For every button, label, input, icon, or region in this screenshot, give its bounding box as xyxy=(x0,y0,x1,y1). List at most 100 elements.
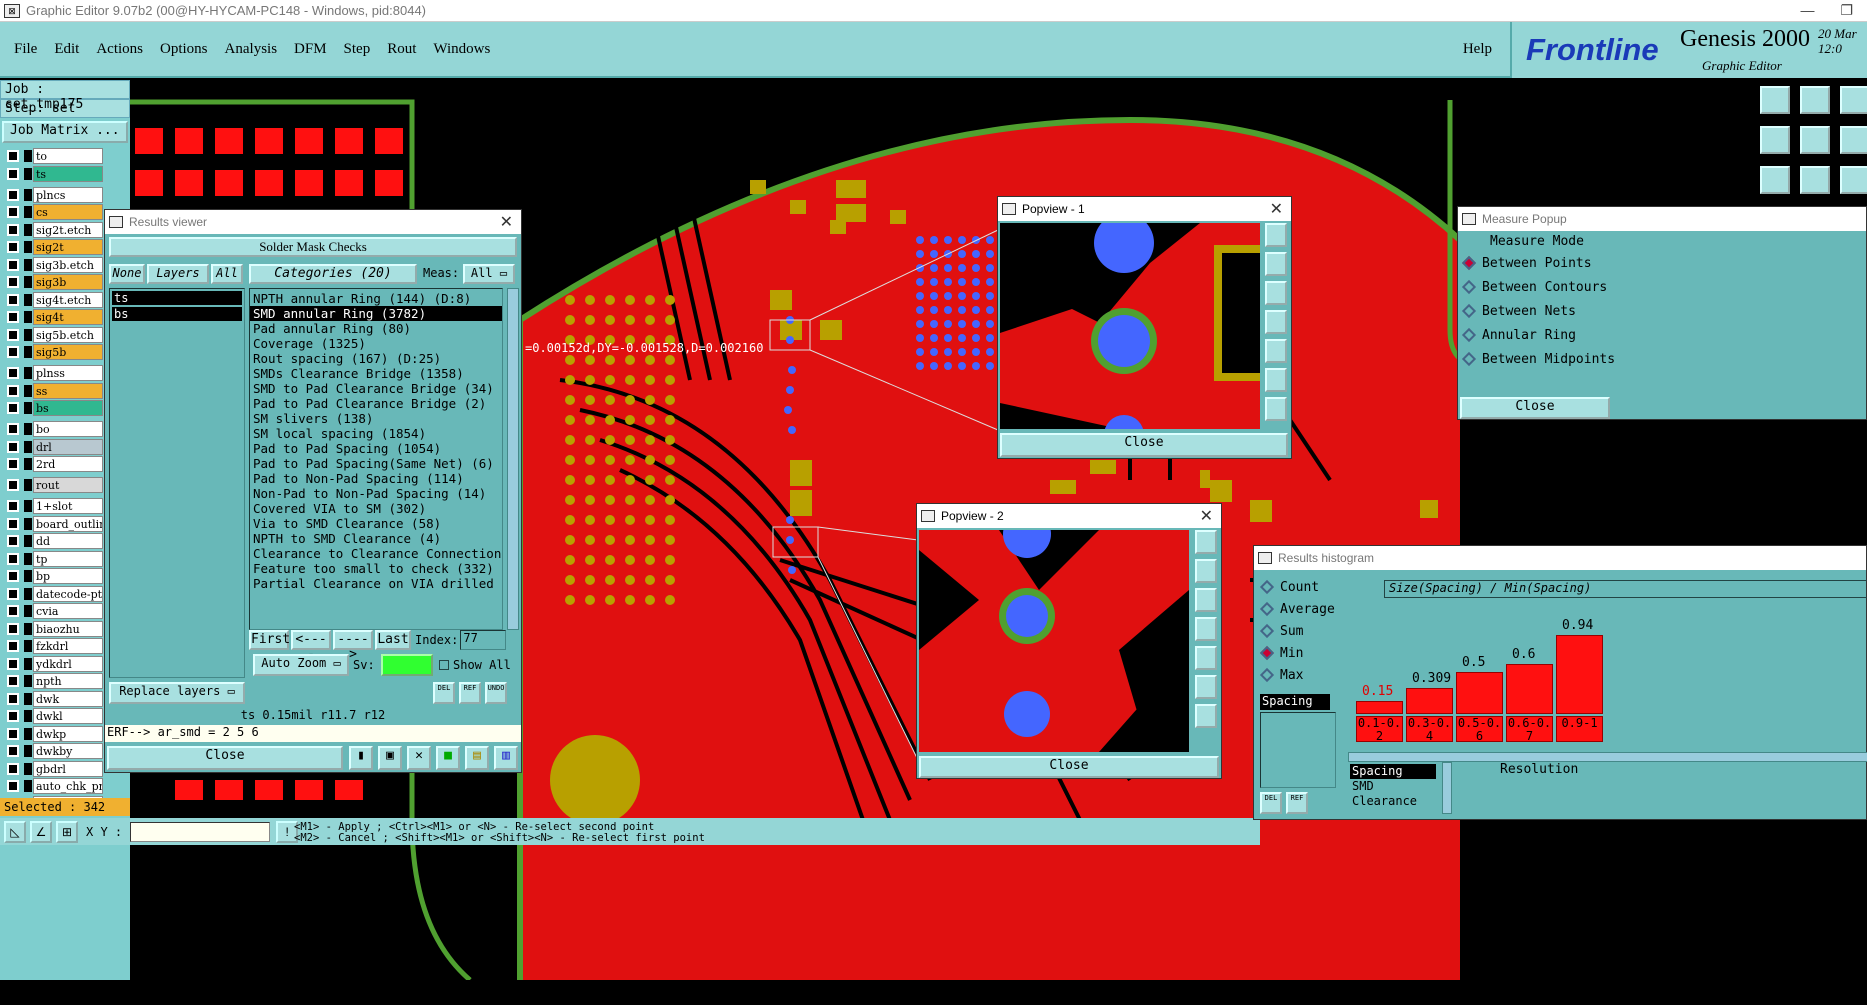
layer-checkbox[interactable] xyxy=(7,692,19,705)
layer-name[interactable]: sig5b xyxy=(33,344,103,360)
layer-checkbox[interactable] xyxy=(7,423,19,435)
replace-layers-dropdown[interactable]: Replace layers ▭ xyxy=(109,682,245,704)
layer-checkbox[interactable] xyxy=(7,258,19,271)
layer-checkbox[interactable] xyxy=(7,311,19,323)
sv-color-dropdown[interactable] xyxy=(381,654,433,676)
out-icon[interactable] xyxy=(1195,646,1217,670)
grid-tool-icon[interactable]: ⊞ xyxy=(56,820,78,843)
layer-name[interactable]: fzkdrl xyxy=(33,638,103,654)
measure-mode-option[interactable]: Between Nets xyxy=(1458,299,1866,323)
layer-name[interactable]: 2rd xyxy=(33,456,103,472)
category-item[interactable]: SMD to Pad Clearance Bridge (34) xyxy=(250,381,502,396)
histogram-field[interactable]: Spacing xyxy=(1260,694,1330,710)
histogram-bar[interactable] xyxy=(1406,688,1453,714)
category-item[interactable]: SMDs Clearance Bridge (1358) xyxy=(250,366,502,381)
layer-name[interactable]: sig4t xyxy=(33,309,103,325)
fit-icon[interactable] xyxy=(1265,281,1287,305)
category-item[interactable]: Rout spacing (167) (D:25) xyxy=(250,351,502,366)
category-item[interactable]: Pad annular Ring (80) xyxy=(250,321,502,336)
cross-icon[interactable]: ✕ xyxy=(407,746,431,770)
category-item[interactable]: Coverage (1325) xyxy=(250,336,502,351)
menu-windows[interactable]: Windows xyxy=(433,41,490,58)
category-item[interactable]: Pad to Pad Spacing (1054) xyxy=(250,441,502,456)
menu-step[interactable]: Step xyxy=(344,41,371,58)
layer-checkbox[interactable] xyxy=(7,500,19,512)
layer-result-list[interactable]: ts bs xyxy=(109,288,245,678)
report-icon[interactable]: ▮ xyxy=(349,746,373,770)
measure-mode-option[interactable]: Between Contours xyxy=(1458,275,1866,299)
layer-name[interactable]: sig5b.etch xyxy=(33,326,103,343)
category-item[interactable]: Pad to Pad Spacing(Same Net) (6) xyxy=(250,456,502,471)
export-icon[interactable]: ■ xyxy=(436,746,460,770)
popview-2-close-button[interactable]: Close xyxy=(919,756,1219,778)
layer-name[interactable]: npth xyxy=(33,673,103,689)
histogram-list[interactable]: Spacing SMD Clearance xyxy=(1350,764,1436,814)
layer-name[interactable]: ydkdrl xyxy=(33,655,103,672)
last-button[interactable]: Last xyxy=(375,630,411,650)
layer-checkbox[interactable] xyxy=(7,640,19,652)
out-icon[interactable] xyxy=(1265,339,1287,363)
auto-zoom-dropdown[interactable]: Auto Zoom ▭ xyxy=(253,654,349,676)
menu-actions[interactable]: Actions xyxy=(96,41,143,58)
radio-diamond-icon[interactable] xyxy=(1259,667,1275,683)
layer-name[interactable]: sig4t.etch xyxy=(33,291,103,308)
layer-checkbox[interactable] xyxy=(7,727,19,740)
screen-icon[interactable]: ▣ xyxy=(378,746,402,770)
zoom-fit-icon[interactable] xyxy=(1800,86,1830,114)
layer-name[interactable]: sig2t.etch xyxy=(33,221,103,238)
layer-row[interactable]: to xyxy=(0,148,130,164)
categories-list[interactable]: NPTH annular Ring (144) (D:8) SMD annular… xyxy=(249,288,503,630)
menu-dfm[interactable]: DFM xyxy=(294,41,327,58)
close-icon[interactable]: ✕ xyxy=(1200,506,1213,526)
layer-checkbox[interactable] xyxy=(7,745,19,757)
layer-name[interactable]: cs xyxy=(33,204,103,220)
histogram-bar[interactable] xyxy=(1556,635,1603,714)
menu-options[interactable]: Options xyxy=(160,41,208,58)
close-icon[interactable]: ✕ xyxy=(500,212,513,232)
layer-checkbox[interactable] xyxy=(7,188,19,201)
histogram-bar[interactable] xyxy=(1506,664,1553,714)
histogram-option[interactable]: Average xyxy=(1256,598,1344,620)
pan-icon[interactable] xyxy=(1195,559,1217,583)
pan-left-icon[interactable] xyxy=(1760,126,1790,154)
layer-name[interactable]: plnss xyxy=(33,365,103,381)
angle-tool-icon[interactable]: ∠ xyxy=(30,820,52,843)
category-item[interactable]: Feature too small to check (332) xyxy=(250,561,502,576)
layer-name[interactable]: plncs xyxy=(33,186,103,203)
layer-row[interactable]: auto_chk_pn xyxy=(0,778,130,794)
histogram-icon[interactable]: ▥ xyxy=(494,746,518,770)
undo-icon[interactable]: UNDO xyxy=(485,682,507,704)
layer-name[interactable]: sig3b xyxy=(33,274,103,290)
layer-name[interactable]: board_outline xyxy=(33,515,103,532)
histogram-option[interactable]: Min xyxy=(1256,642,1344,664)
categories-button[interactable]: Categories (20) xyxy=(249,264,417,284)
measure-mode-option[interactable]: Between Points xyxy=(1458,251,1866,275)
in-icon[interactable] xyxy=(1195,617,1217,641)
categories-scrollbar[interactable] xyxy=(507,288,519,630)
histogram-bar[interactable] xyxy=(1356,701,1403,714)
layer-name[interactable]: bs xyxy=(33,400,103,416)
radio-diamond-icon[interactable] xyxy=(1259,579,1275,595)
category-item[interactable]: SM local spacing (1854) xyxy=(250,426,502,441)
layer-name[interactable]: sig2t xyxy=(33,239,103,255)
category-item[interactable]: SM slivers (138) xyxy=(250,411,502,426)
popview-1-canvas[interactable] xyxy=(1000,223,1260,429)
layer-checkbox[interactable] xyxy=(7,517,19,530)
layer-name[interactable]: to xyxy=(33,148,103,164)
histogram-chart[interactable]: 0.15 0.1-0.2 0.309 0.3-0.4 0.5 0.5-0.6 0.6 0.6-… xyxy=(1350,602,1867,742)
next-button[interactable]: ----> xyxy=(333,630,373,662)
layer-checkbox[interactable] xyxy=(7,535,19,547)
menu-help[interactable]: Help xyxy=(1463,41,1492,58)
zoom-window-icon[interactable] xyxy=(1840,86,1867,114)
layer-checkbox[interactable] xyxy=(7,402,19,414)
close-icon[interactable]: ✕ xyxy=(1270,199,1283,219)
pan-right-icon[interactable] xyxy=(1800,126,1830,154)
layer-name[interactable]: dwkby xyxy=(33,743,103,759)
menu-edit[interactable]: Edit xyxy=(54,41,79,58)
layer-result-item[interactable]: bs xyxy=(112,307,242,321)
job-matrix-button[interactable]: Job Matrix ... xyxy=(2,121,128,143)
layer-name[interactable]: ts xyxy=(33,165,103,182)
layer-name[interactable]: bp xyxy=(33,568,103,584)
category-item[interactable]: Covered VIA to SM (302) xyxy=(250,501,502,516)
layer-checkbox[interactable] xyxy=(7,675,19,687)
